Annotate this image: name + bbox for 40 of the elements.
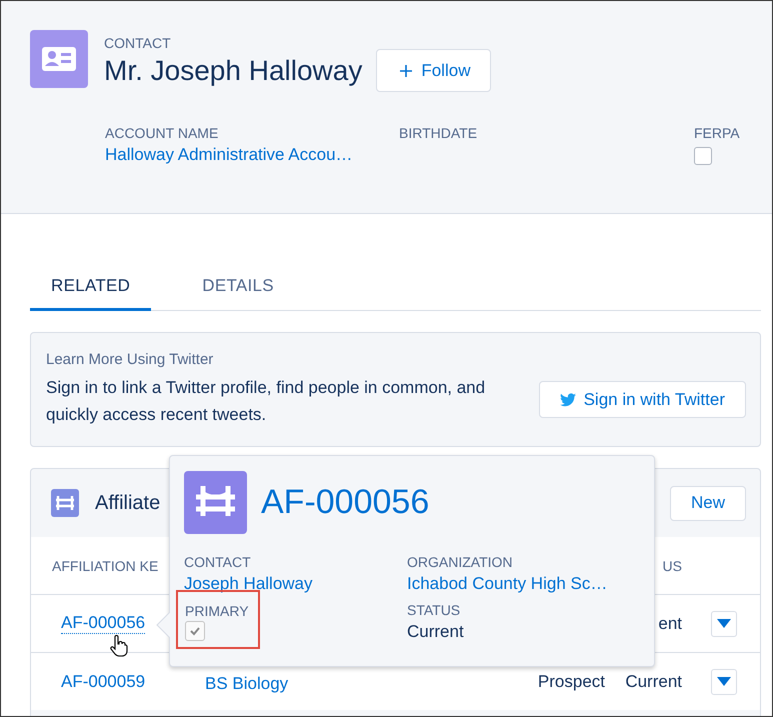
field-link[interactable]: Joseph Halloway [184,574,313,594]
twitter-card-text: Sign in to link a Twitter profile, find people in common, and quickly access recent tweets. [46,377,486,426]
twitter-sign-in-button[interactable]: Sign in with Twitter [538,381,746,418]
record-name: Mr. Joseph Halloway [104,54,362,86]
field-label: CONTACT [184,554,252,570]
account-link[interactable]: Halloway Administrative Accou… [105,145,353,165]
field-label: ACCOUNT NAME [105,125,220,141]
record-type-label: CONTACT [104,35,172,51]
program-link[interactable]: BS Biology [205,674,288,694]
tab[interactable]: RELATED [30,266,152,311]
field-link[interactable]: Ichabod County High Sc… [407,574,608,594]
field-label: FERPA [694,125,741,141]
check-icon [189,625,201,637]
table-cell: ent [658,614,682,632]
field-value: Current [407,622,465,642]
row-actions-button[interactable] [711,610,737,636]
contact-card-icon [30,30,88,88]
bridge-icon [184,471,247,534]
popover-title[interactable]: AF-000056 [261,483,430,522]
plus-icon [399,64,414,78]
field-label: ORGANIZATION [407,554,514,570]
twitter-card-title: Learn More Using Twitter [46,351,214,368]
bridge-icon [51,489,79,517]
table-cell: Current [625,672,682,690]
row-actions-button[interactable] [711,668,737,694]
bird-icon [560,392,576,406]
affiliation-link[interactable]: AF-000056 [61,613,146,634]
field-label: PRIMARY [185,603,249,619]
related-list-title: Affiliate [95,492,160,514]
field-label: BIRTHDATE [399,125,478,141]
tab[interactable]: DETAILS [181,266,295,311]
new-button[interactable]: New [670,486,746,520]
caret-down-icon [717,676,731,686]
follow-button[interactable]: Follow [376,49,492,92]
table-cell: Prospect [538,672,605,690]
column-header: US [662,558,682,574]
caret-down-icon [717,618,731,628]
affiliation-link[interactable]: AF-000059 [61,672,146,692]
checkbox[interactable] [694,147,712,165]
field-label: STATUS [407,602,462,618]
